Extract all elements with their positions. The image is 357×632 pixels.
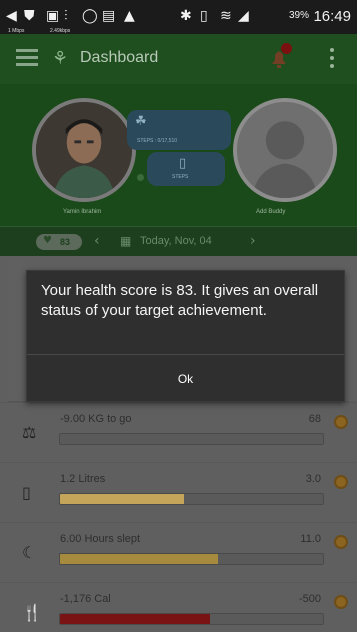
- health-score-badge[interactable]: ♥ 83: [36, 234, 82, 250]
- steps-progress: STEPS : 0/17,510: [137, 138, 178, 144]
- ok-button[interactable]: Ok: [27, 355, 344, 403]
- footprints-icon: ☘: [135, 114, 147, 129]
- heart-icon: ♥: [43, 235, 52, 246]
- weight-progress-bar: [59, 433, 324, 445]
- steps-panel: ☘ STEPS : 0/17,510 ▯ STEPS: [127, 96, 237, 194]
- moon-icon: ☾: [22, 543, 37, 562]
- image-icon: ▣: [46, 8, 60, 24]
- previous-day-chevron-icon[interactable]: ‹: [94, 233, 100, 249]
- user-name: Yamin Ibrahim: [63, 209, 102, 215]
- calendar-icon: ▦: [120, 234, 132, 248]
- metric-row-sleep[interactable]: ☾ 6.00 Hours slept 11.0: [0, 522, 357, 582]
- app-bar: ⚘ Dashboard: [0, 34, 357, 84]
- phone-icon: ▯: [179, 156, 187, 171]
- signal-icon: ⫶: [64, 8, 68, 24]
- whatsapp-icon: ◯: [82, 8, 98, 24]
- water-progress-bar: [59, 493, 324, 505]
- cell-signal-icon: ◢: [238, 8, 249, 24]
- coin-icon: [334, 535, 348, 549]
- status-bar: ◀ ⛊ ▣ ⫶ ◯ ▤ ▲ ✱ ▯ ≋ ◢ 39% 16:49 1 Mbps 2…: [0, 0, 357, 34]
- vibrate-icon: ▯: [200, 8, 208, 24]
- steps-label: STEPS: [172, 174, 189, 180]
- weight-scale-icon: ⚖: [22, 423, 37, 442]
- profile-header: ☘ STEPS : 0/17,510 ▯ STEPS Yamin Ibrahim…: [0, 84, 357, 226]
- water-glass-icon: ▯: [22, 483, 31, 502]
- user-avatar[interactable]: [32, 98, 136, 202]
- message-icon: ▤: [102, 8, 116, 24]
- dialog-message: Your health score is 83. It gives an ove…: [41, 282, 319, 319]
- sleep-progress-bar: [59, 553, 324, 565]
- hamburger-menu-icon[interactable]: [16, 49, 38, 67]
- bluetooth-icon: ✱: [180, 8, 192, 24]
- next-day-chevron-icon[interactable]: ›: [250, 233, 256, 249]
- battery-level: 39%: [288, 10, 309, 21]
- clock: 16:49: [313, 8, 351, 25]
- metric-row-calories[interactable]: 🍴 -1,176 Cal -500: [0, 582, 357, 632]
- connector-dot: [137, 174, 144, 181]
- coin-icon: [334, 595, 348, 609]
- wifi-icon: ≋: [220, 8, 232, 24]
- page-title: Dashboard: [80, 49, 159, 66]
- buddy-avatar[interactable]: [233, 98, 337, 202]
- warning-icon: ▲: [124, 8, 135, 24]
- metric-row-water[interactable]: ▯ 1.2 Litres 3.0: [0, 462, 357, 522]
- coin-icon: [334, 475, 348, 489]
- calories-progress-bar: [59, 613, 324, 625]
- add-buddy-label[interactable]: Add Buddy: [256, 209, 285, 215]
- fork-knife-icon: 🍴: [22, 603, 42, 622]
- date-bar: ♥ 83 ‹ ▦ Today, Nov, 04 ›: [0, 226, 357, 256]
- health-score-dialog: Your health score is 83. It gives an ove…: [26, 270, 345, 402]
- runner-logo-icon: ⚘: [52, 48, 69, 69]
- metric-row-weight[interactable]: ⚖ -9.00 KG to go 68: [0, 402, 357, 462]
- back-icon: ◀: [6, 8, 17, 24]
- notification-badge: [281, 43, 292, 54]
- coin-icon: [334, 415, 348, 429]
- overflow-menu-icon[interactable]: [330, 48, 334, 70]
- current-date[interactable]: Today, Nov, 04: [140, 235, 212, 247]
- shield-icon: ⛊: [24, 8, 35, 24]
